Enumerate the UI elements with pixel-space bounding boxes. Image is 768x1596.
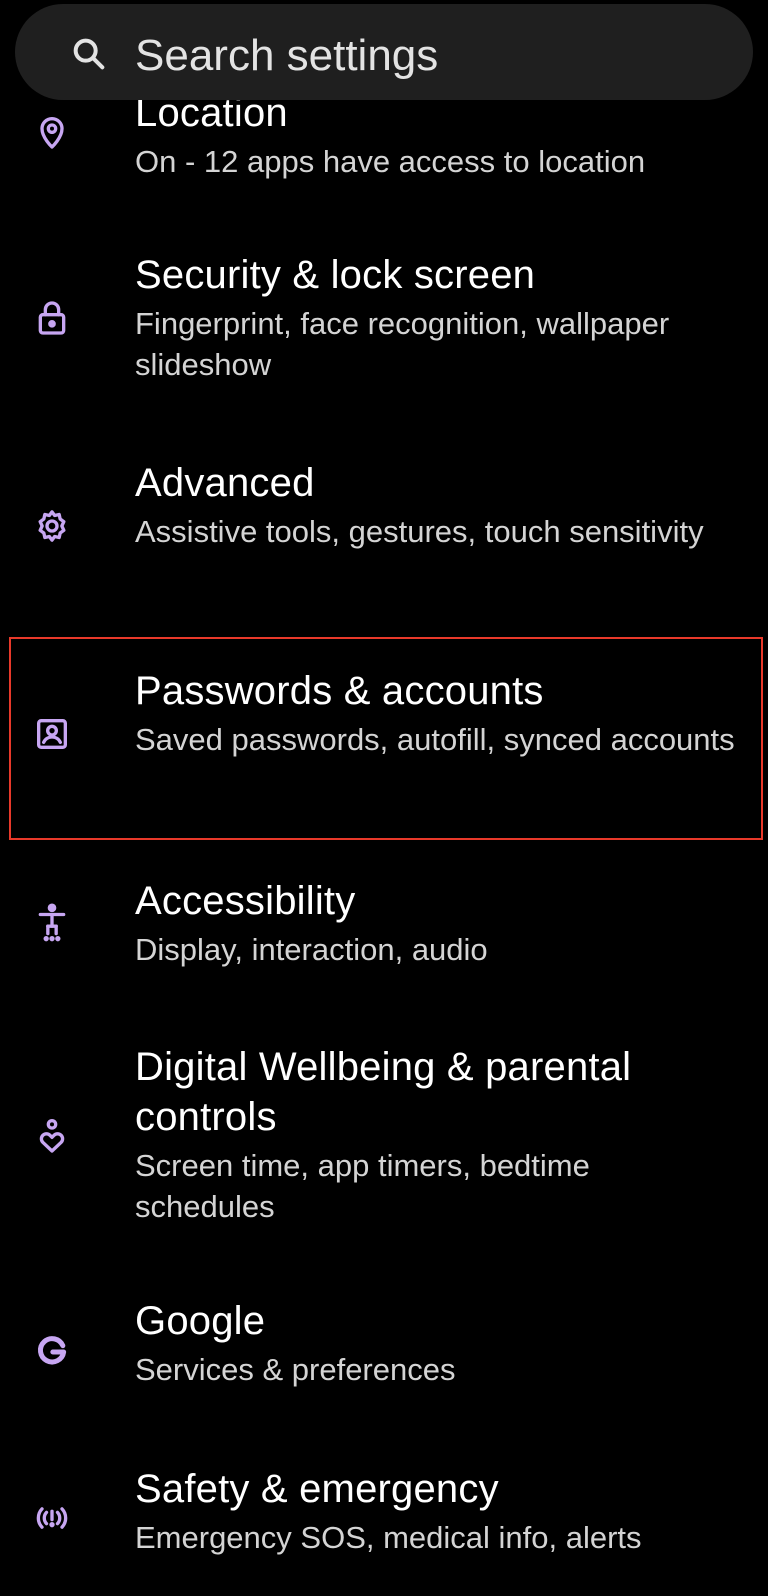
- settings-item-subtitle: Assistive tools, gestures, touch sensiti…: [135, 514, 704, 549]
- settings-item-title: Passwords & accounts: [135, 669, 544, 713]
- search-input[interactable]: Search settings: [135, 30, 438, 82]
- settings-list: Location On - 12 apps have access to loc…: [0, 0, 768, 1596]
- settings-item-title: Digital Wellbeing & parental controls: [135, 1045, 632, 1139]
- location-pin-icon: [32, 112, 72, 152]
- settings-item-subtitle: On - 12 apps have access to location: [135, 144, 646, 179]
- settings-item-subtitle: Saved passwords, autofill, synced accoun…: [135, 722, 735, 757]
- settings-item-title: Accessibility: [135, 879, 356, 923]
- settings-item-subtitle: Emergency SOS, medical info, alerts: [135, 1520, 642, 1555]
- search-bar[interactable]: Search settings: [15, 4, 753, 100]
- settings-item-title: Google: [135, 1299, 266, 1343]
- search-icon: [73, 38, 105, 70]
- gear-icon: [32, 506, 72, 546]
- settings-item-google[interactable]: Google Services & preferences: [0, 1276, 768, 1426]
- settings-item-subtitle: Screen time, app timers, bedtime schedul…: [135, 1148, 590, 1224]
- accessibility-icon: [32, 902, 72, 942]
- lock-icon: [32, 298, 72, 338]
- settings-item-title: Security & lock screen: [135, 253, 536, 297]
- settings-item-title: Advanced: [135, 461, 315, 505]
- settings-item-title: Safety & emergency: [135, 1467, 499, 1511]
- settings-item-digital-wellbeing[interactable]: Digital Wellbeing & parental controls Sc…: [0, 1022, 768, 1262]
- settings-item-passwords-accounts[interactable]: Passwords & accounts Saved passwords, au…: [0, 646, 768, 836]
- settings-item-subtitle: Services & preferences: [135, 1352, 456, 1387]
- settings-item-accessibility[interactable]: Accessibility Display, interaction, audi…: [0, 856, 768, 1006]
- wellbeing-heart-icon: [32, 1116, 72, 1156]
- emergency-alert-icon: [32, 1498, 72, 1538]
- settings-item-advanced[interactable]: Advanced Assistive tools, gestures, touc…: [0, 438, 768, 628]
- settings-item-security[interactable]: Security & lock screen Fingerprint, face…: [0, 230, 768, 420]
- settings-item-subtitle: Display, interaction, audio: [135, 932, 488, 967]
- settings-item-subtitle: Fingerprint, face recognition, wallpaper…: [135, 306, 670, 382]
- account-box-icon: [32, 714, 72, 754]
- google-g-icon: [32, 1332, 72, 1372]
- settings-item-safety-emergency[interactable]: Safety & emergency Emergency SOS, medica…: [0, 1444, 768, 1594]
